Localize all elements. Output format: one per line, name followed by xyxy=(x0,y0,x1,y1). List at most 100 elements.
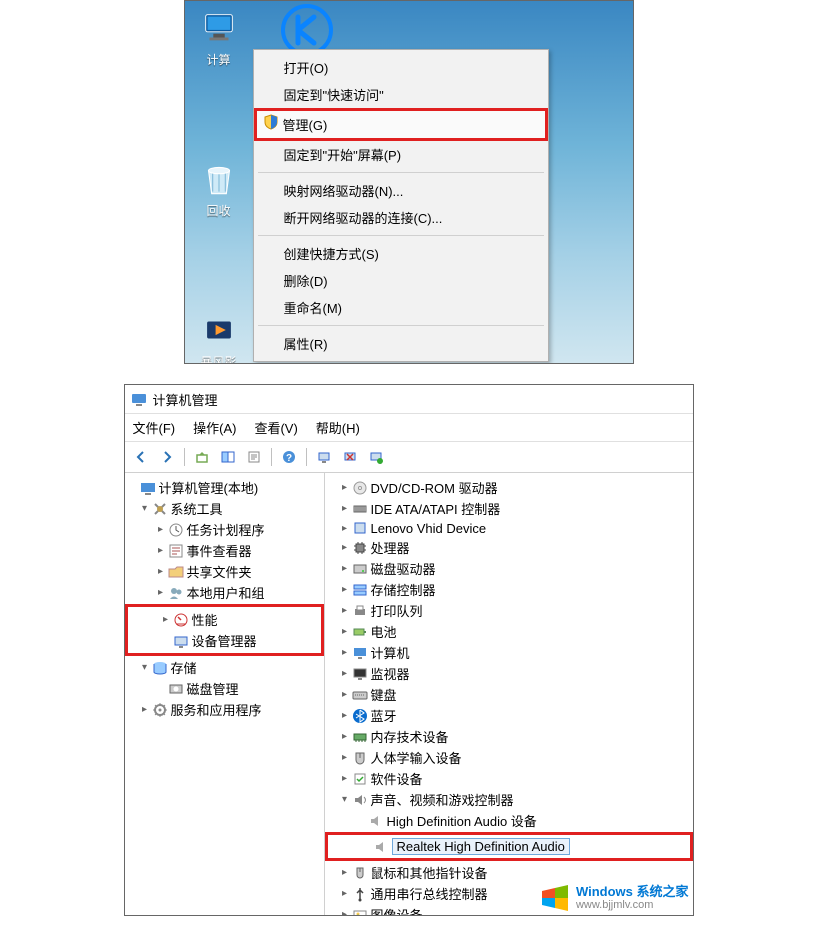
device-item-label: 磁盘驱动器 xyxy=(371,559,436,578)
expand-toggle[interactable]: ▸ xyxy=(160,614,172,625)
show-hide-button[interactable] xyxy=(216,445,240,469)
back-button[interactable] xyxy=(129,445,153,469)
tools-icon xyxy=(152,501,168,517)
expand-toggle[interactable]: ▸ xyxy=(339,773,351,784)
device-item[interactable]: ▸软件设备 xyxy=(327,768,691,789)
ctx-item-props[interactable]: 属性(R) xyxy=(256,330,546,357)
expand-toggle[interactable]: ▸ xyxy=(339,523,351,534)
forward-button[interactable] xyxy=(155,445,179,469)
titlebar: 计算机管理 xyxy=(125,385,693,414)
device-item[interactable]: ▸DVD/CD-ROM 驱动器 xyxy=(327,477,691,498)
expand-toggle[interactable]: ▸ xyxy=(155,566,167,577)
expand-toggle[interactable]: ▸ xyxy=(339,584,351,595)
tree-item[interactable]: ▸本地用户和组 xyxy=(127,582,322,603)
menu-item[interactable]: 文件(F) xyxy=(133,418,176,437)
uninstall-button[interactable] xyxy=(364,445,388,469)
storm-icon xyxy=(198,309,240,351)
tree-item[interactable]: ▸共享文件夹 xyxy=(127,561,322,582)
ctx-item-delete[interactable]: 删除(D) xyxy=(256,267,546,294)
tree-item[interactable]: ▸事件查看器 xyxy=(127,540,322,561)
expand-toggle[interactable]: ▸ xyxy=(339,542,351,553)
desktop-icon-label: 暴风影 xyxy=(195,353,243,364)
device-item[interactable]: ▸内存技术设备 xyxy=(327,726,691,747)
expand-toggle[interactable]: ▾ xyxy=(139,662,151,673)
tree-item[interactable]: ▸服务和应用程序 xyxy=(127,699,322,720)
ctx-item-rename[interactable]: 重命名(M) xyxy=(256,294,546,321)
device-item[interactable]: ▸键盘 xyxy=(327,684,691,705)
ctx-item-pin-start[interactable]: 固定到"开始"屏幕(P) xyxy=(256,141,546,168)
device-item[interactable]: ▸计算机 xyxy=(327,642,691,663)
device-item[interactable]: ▾声音、视频和游戏控制器 xyxy=(327,789,691,810)
ctx-item-disconnect[interactable]: 断开网络驱动器的连接(C)... xyxy=(256,204,546,231)
device-item[interactable]: ▸监视器 xyxy=(327,663,691,684)
ctx-item-open[interactable]: 打开(O) xyxy=(256,54,546,81)
help-button[interactable]: ? xyxy=(277,445,301,469)
device-item[interactable]: ▸人体学输入设备 xyxy=(327,747,691,768)
device-item[interactable]: ▸ Lenovo Vhid Device xyxy=(327,519,691,537)
up-button[interactable] xyxy=(190,445,214,469)
tree-item[interactable]: 计算机管理(本地) xyxy=(127,477,322,498)
ctx-item-pin-quick[interactable]: 固定到"快速访问" xyxy=(256,81,546,108)
expand-toggle[interactable]: ▾ xyxy=(339,794,351,805)
expand-toggle[interactable]: ▸ xyxy=(339,888,351,899)
mouse-icon xyxy=(352,865,368,881)
expand-toggle[interactable]: ▸ xyxy=(339,909,351,916)
device-item-label: Realtek High Definition Audio xyxy=(392,838,570,855)
device-item[interactable]: ▸IDE ATA/ATAPI 控制器 xyxy=(327,498,691,519)
tree-item[interactable]: 设备管理器 xyxy=(132,630,317,651)
menu-item[interactable]: 操作(A) xyxy=(193,418,236,437)
expand-toggle[interactable]: ▸ xyxy=(155,524,167,535)
scan-button[interactable] xyxy=(312,445,336,469)
tree-item[interactable]: ▾存储 xyxy=(127,657,322,678)
expand-toggle[interactable]: ▸ xyxy=(139,704,151,715)
expand-toggle[interactable]: ▸ xyxy=(339,731,351,742)
expand-toggle[interactable]: ▸ xyxy=(339,482,351,493)
refresh-button[interactable] xyxy=(338,445,362,469)
expand-toggle[interactable]: ▸ xyxy=(339,752,351,763)
device-item[interactable]: ▸电池 xyxy=(327,621,691,642)
expand-toggle[interactable]: ▸ xyxy=(339,563,351,574)
mem-icon xyxy=(352,729,368,745)
device-item[interactable]: ▸打印队列 xyxy=(327,600,691,621)
ctx-item-label: 管理(G) xyxy=(283,118,328,133)
app-icon xyxy=(131,391,147,407)
tree-item[interactable]: ▸性能 xyxy=(132,609,317,630)
ctx-item-label: 固定到"开始"屏幕(P) xyxy=(284,148,402,163)
menu-item[interactable]: 帮助(H) xyxy=(316,418,360,437)
properties-button[interactable] xyxy=(242,445,266,469)
pc-icon xyxy=(352,645,368,661)
tree-item[interactable]: ▸任务计划程序 xyxy=(127,519,322,540)
ctx-item-manage[interactable]: 管理(G) xyxy=(254,108,548,141)
device-item[interactable]: ▸蓝牙 xyxy=(327,705,691,726)
menu-item[interactable]: 查看(V) xyxy=(254,418,297,437)
device-item-label: Lenovo Vhid Device xyxy=(371,521,487,536)
device-item[interactable]: ▸处理器 xyxy=(327,537,691,558)
context-menu-separator xyxy=(258,325,544,326)
expand-toggle[interactable]: ▸ xyxy=(339,605,351,616)
expand-toggle[interactable]: ▸ xyxy=(339,668,351,679)
device-item[interactable]: ▸ 磁盘驱动器 xyxy=(327,558,691,579)
tree-item[interactable]: 磁盘管理 xyxy=(127,678,322,699)
expand-toggle[interactable]: ▸ xyxy=(339,626,351,637)
desktop-icon-storm[interactable]: 暴风影 xyxy=(195,309,243,364)
device-item[interactable]: High Definition Audio 设备 xyxy=(327,810,691,831)
expand-toggle[interactable]: ▸ xyxy=(339,647,351,658)
expand-toggle[interactable]: ▸ xyxy=(339,689,351,700)
spk-icon xyxy=(368,813,384,829)
ctx-item-shortcut[interactable]: 创建快捷方式(S) xyxy=(256,240,546,267)
expand-toggle[interactable]: ▸ xyxy=(155,545,167,556)
batt-icon xyxy=(352,624,368,640)
expand-toggle[interactable]: ▸ xyxy=(339,867,351,878)
device-item[interactable]: Realtek High Definition Audio xyxy=(332,837,686,856)
expand-toggle[interactable]: ▸ xyxy=(339,710,351,721)
ctx-item-map-drive[interactable]: 映射网络驱动器(N)... xyxy=(256,177,546,204)
tree-item[interactable]: ▾系统工具 xyxy=(127,498,322,519)
expand-toggle[interactable]: ▸ xyxy=(339,503,351,514)
device-item[interactable]: ▸存储控制器 xyxy=(327,579,691,600)
device-item[interactable]: ▸鼠标和其他指针设备 xyxy=(327,862,691,883)
expand-toggle[interactable]: ▾ xyxy=(139,503,151,514)
desktop-icon-computer[interactable]: 计算 xyxy=(195,7,243,68)
dev-icon xyxy=(352,520,368,536)
expand-toggle[interactable]: ▸ xyxy=(155,587,167,598)
desktop-icon-recycle[interactable]: 回收 xyxy=(195,158,243,219)
